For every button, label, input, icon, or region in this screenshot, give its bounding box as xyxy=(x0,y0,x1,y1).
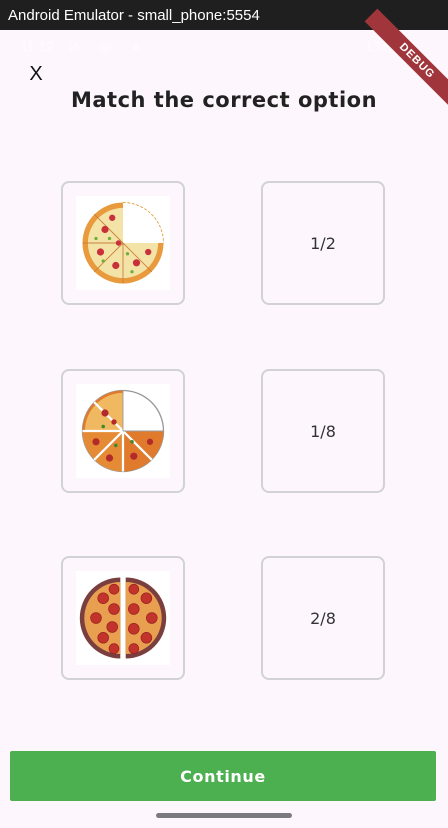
option-image-card-1[interactable] xyxy=(61,181,185,305)
option-fraction-card-1[interactable]: 1/2 xyxy=(261,181,385,305)
page-title: Match the correct option xyxy=(70,88,378,112)
status-time: 11:12 xyxy=(20,38,54,54)
option-fraction-card-2[interactable]: 1/8 xyxy=(261,369,385,493)
option-fraction-card-3[interactable]: 2/8 xyxy=(261,556,385,680)
home-indicator[interactable] xyxy=(156,813,292,818)
pizza-seven-eighths-icon xyxy=(76,196,170,290)
option-image-card-3[interactable] xyxy=(61,556,185,680)
pizza-half-split-icon xyxy=(76,571,170,665)
fraction-label: 1/8 xyxy=(310,421,336,441)
continue-label: Continue xyxy=(180,766,266,786)
pizza-quarter-missing-icon xyxy=(76,384,170,478)
option-image-card-2[interactable] xyxy=(61,369,185,493)
fraction-label: 2/8 xyxy=(310,608,336,628)
fraction-label: 1/2 xyxy=(310,233,336,253)
continue-button[interactable]: Continue xyxy=(10,751,436,801)
status-notification-icons: ⊘ ◎ ● xyxy=(68,38,149,54)
window-title: Android Emulator - small_phone:5554 xyxy=(8,6,260,24)
close-button[interactable]: X xyxy=(24,62,48,86)
